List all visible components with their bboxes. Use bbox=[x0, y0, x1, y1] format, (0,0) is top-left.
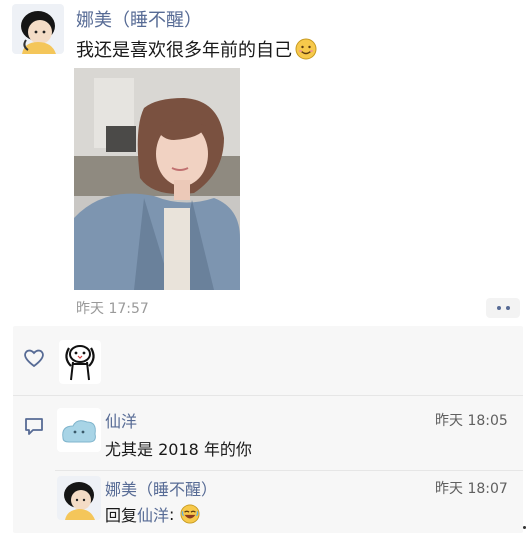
divider bbox=[13, 395, 523, 396]
commenter-avatar[interactable] bbox=[57, 408, 101, 452]
post-author-avatar[interactable] bbox=[12, 4, 64, 54]
reply-timestamp: 昨天 18:07 bbox=[435, 481, 508, 497]
post-timestamp: 昨天 17:57 bbox=[76, 301, 149, 317]
more-dots-icon bbox=[496, 306, 501, 310]
comment-author-name[interactable]: 仙洋 bbox=[105, 408, 137, 432]
likes-row bbox=[13, 326, 523, 392]
reply-colon: : bbox=[169, 504, 175, 524]
reply-target-name[interactable]: 仙洋 bbox=[137, 502, 169, 526]
reply-author-avatar[interactable] bbox=[57, 476, 101, 520]
laughing-emoji-icon bbox=[180, 504, 200, 524]
divider bbox=[55, 470, 523, 471]
post-photo[interactable] bbox=[74, 68, 240, 290]
comment-icon bbox=[25, 418, 43, 435]
post-text: 我还是喜欢很多年前的自己 bbox=[76, 36, 317, 62]
comment-text[interactable]: 尤其是 2018 年的你 bbox=[105, 436, 252, 460]
stray-dot bbox=[523, 526, 526, 529]
reply-text[interactable]: 回复 仙洋: bbox=[105, 502, 200, 526]
reply-author-name[interactable]: 娜美（睡不醒） bbox=[105, 476, 217, 500]
interaction-panel: 仙洋 昨天 18:05 尤其是 2018 年的你 娜美（睡不醒） 昨天 18:0… bbox=[13, 326, 523, 533]
more-dots-icon bbox=[505, 306, 510, 310]
liker-avatar[interactable] bbox=[59, 340, 101, 384]
smile-emoji-icon bbox=[295, 38, 317, 60]
heart-icon bbox=[24, 349, 44, 368]
post-text-content: 我还是喜欢很多年前的自己 bbox=[76, 40, 292, 61]
reply-prefix: 回复 bbox=[105, 506, 138, 525]
comment-timestamp: 昨天 18:05 bbox=[435, 413, 508, 429]
more-options-button[interactable] bbox=[486, 298, 520, 318]
post-author-name[interactable]: 娜美（睡不醒） bbox=[76, 6, 202, 32]
